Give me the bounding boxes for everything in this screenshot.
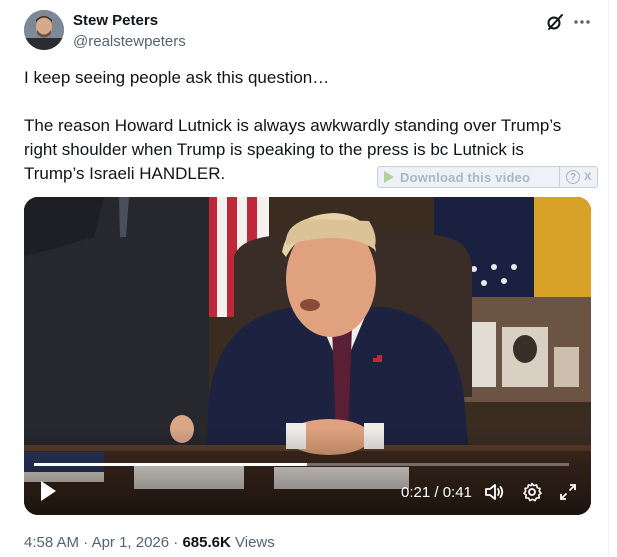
progress-fill	[34, 463, 307, 466]
post-date[interactable]: Apr 1, 2026	[92, 534, 170, 551]
video-frame	[24, 197, 591, 515]
views-count: 685.6K	[182, 534, 231, 551]
gear-icon[interactable]	[521, 481, 543, 503]
tweet-card: Stew Peters @realstewpeters I keep seein…	[0, 0, 617, 557]
download-label: Download this video	[400, 169, 531, 185]
post-time[interactable]: 4:58 AM	[24, 534, 79, 551]
close-icon[interactable]: X	[584, 171, 591, 183]
author-name[interactable]: Stew Peters	[73, 12, 158, 29]
volume-icon[interactable]	[483, 481, 505, 503]
play-icon[interactable]	[38, 479, 58, 503]
separator: ·	[173, 534, 179, 551]
progress-bar[interactable]	[34, 463, 569, 466]
tweet-meta: 4:58 AM · Apr 1, 2026 · 685.6K Views	[24, 534, 275, 551]
tweet-paragraph: I keep seeing people ask this question…	[24, 68, 330, 87]
video-time: 0:21 / 0:41	[401, 484, 472, 501]
fullscreen-icon[interactable]	[557, 481, 579, 503]
play-icon	[384, 171, 394, 183]
help-icon[interactable]: ?	[566, 170, 580, 184]
separator: ·	[83, 534, 89, 551]
download-button[interactable]: Download this video	[378, 167, 560, 187]
avatar[interactable]	[24, 10, 64, 50]
download-bar: Download this video ? X	[377, 166, 598, 188]
grok-icon[interactable]	[545, 12, 565, 32]
video-player[interactable]: 0:21 / 0:41	[24, 197, 591, 515]
divider	[608, 0, 609, 557]
author-handle[interactable]: @realstewpeters	[73, 33, 186, 50]
more-icon[interactable]	[572, 12, 592, 32]
avatar-image	[24, 10, 64, 50]
views-label: Views	[235, 534, 275, 551]
